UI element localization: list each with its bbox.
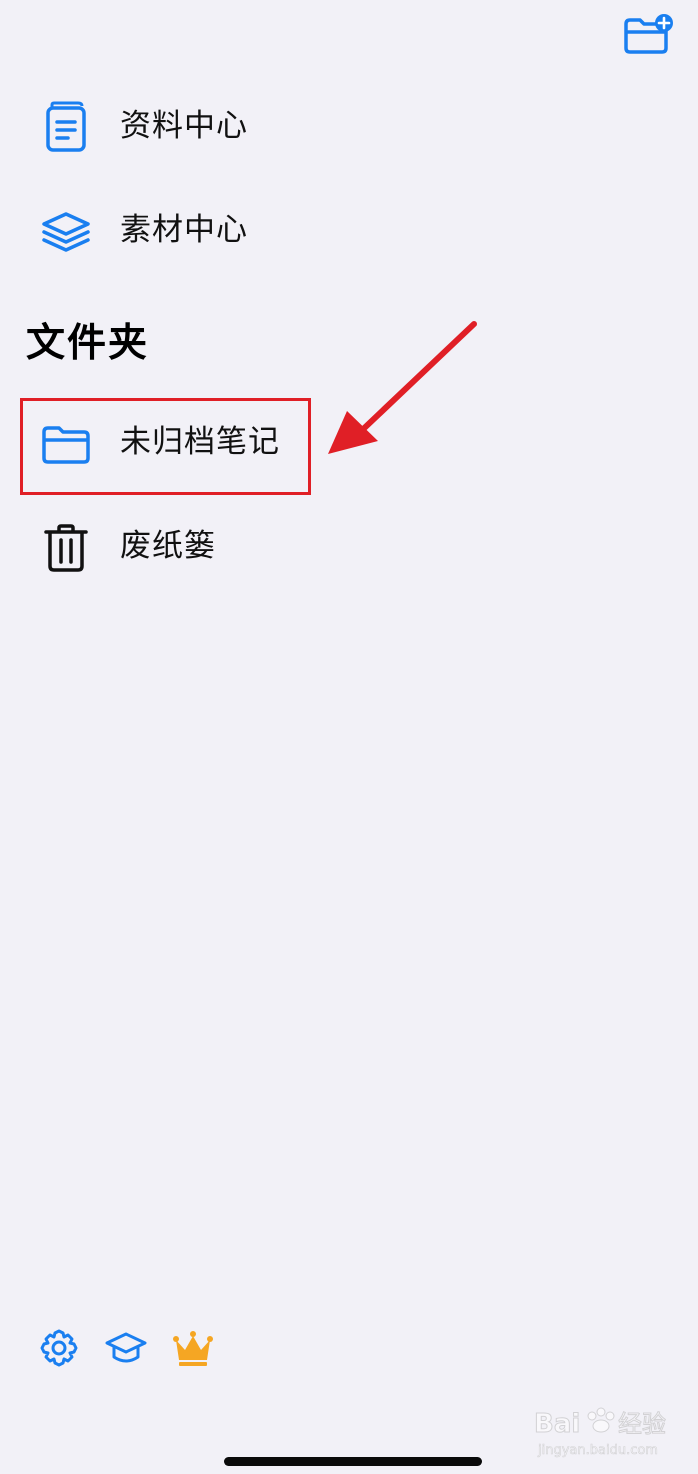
document-book-icon xyxy=(38,100,94,156)
sidebar-item-label: 废纸篓 xyxy=(120,528,216,564)
sidebar-item-label: 素材中心 xyxy=(120,212,248,248)
sidebar-item-label: 未归档笔记 xyxy=(120,424,280,460)
folder-icon xyxy=(38,416,94,472)
svg-text:Bai: Bai xyxy=(534,1409,580,1439)
baidu-watermark: Bai 经验 jingyan.baidu.com xyxy=(530,1398,690,1462)
folder-item-unarchived-notes[interactable]: 未归档笔记 xyxy=(24,402,624,482)
trash-icon xyxy=(38,520,94,576)
folder-plus-icon xyxy=(624,14,673,54)
tutorial-button[interactable] xyxy=(104,1326,148,1370)
settings-button[interactable] xyxy=(37,1326,81,1370)
layers-stack-icon xyxy=(38,204,94,260)
premium-button[interactable] xyxy=(171,1326,215,1370)
new-folder-button[interactable] xyxy=(622,14,674,56)
sidebar-item-assets-center[interactable]: 素材中心 xyxy=(24,190,624,270)
graduation-cap-icon xyxy=(105,1332,147,1363)
folder-item-trash[interactable]: 废纸篓 xyxy=(24,506,624,586)
folders-section-title: 文件夹 xyxy=(26,321,150,366)
sidebar-item-label: 资料中心 xyxy=(120,108,248,144)
svg-text:jingyan.baidu.com: jingyan.baidu.com xyxy=(537,1443,658,1458)
crown-icon xyxy=(173,1331,213,1366)
gear-icon xyxy=(40,1329,78,1367)
sidebar-item-materials-center[interactable]: 资料中心 xyxy=(24,86,624,166)
svg-text:经验: 经验 xyxy=(618,1410,666,1438)
home-indicator[interactable] xyxy=(224,1457,482,1466)
